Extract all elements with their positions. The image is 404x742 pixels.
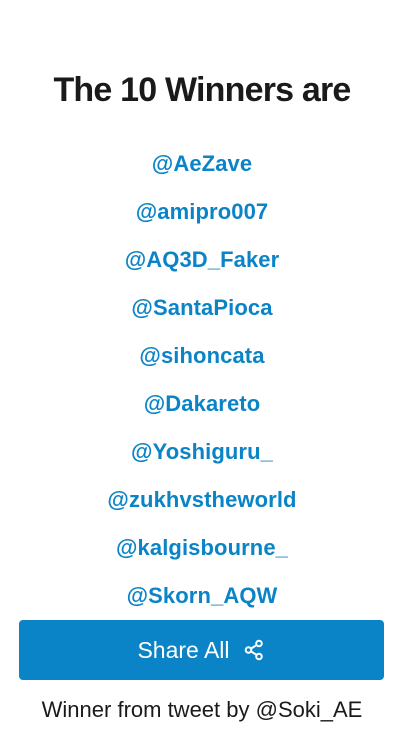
list-item: @zukhvstheworld — [0, 476, 404, 524]
list-item: @Yoshiguru_ — [0, 428, 404, 476]
list-item: @Skorn_AQW — [0, 572, 404, 620]
share-icon — [242, 638, 266, 662]
winner-link[interactable]: @AeZave — [152, 151, 252, 177]
winner-link[interactable]: @Dakareto — [144, 391, 261, 417]
list-item: @amipro007 — [0, 188, 404, 236]
list-item: @AeZave — [0, 140, 404, 188]
winner-link[interactable]: @SantaPioca — [131, 295, 272, 321]
list-item: @kalgisbourne_ — [0, 524, 404, 572]
list-item: @sihoncata — [0, 332, 404, 380]
winners-list: @AeZave @amipro007 @AQ3D_Faker @SantaPio… — [0, 140, 404, 620]
winner-link[interactable]: @Skorn_AQW — [127, 583, 278, 609]
share-all-button[interactable]: Share All — [19, 620, 384, 680]
winner-link[interactable]: @amipro007 — [136, 199, 269, 225]
winner-link[interactable]: @AQ3D_Faker — [125, 247, 280, 273]
winner-link[interactable]: @kalgisbourne_ — [116, 535, 288, 561]
list-item: @Dakareto — [0, 380, 404, 428]
footer-attribution: Winner from tweet by @Soki_AE — [41, 697, 363, 722]
winner-link[interactable]: @sihoncata — [139, 343, 264, 369]
page-title: The 10 Winners are — [53, 71, 351, 109]
winner-link[interactable]: @Yoshiguru_ — [131, 439, 273, 465]
winner-link[interactable]: @zukhvstheworld — [107, 487, 296, 513]
share-all-label: Share All — [137, 636, 230, 663]
list-item: @AQ3D_Faker — [0, 236, 404, 284]
list-item: @SantaPioca — [0, 284, 404, 332]
